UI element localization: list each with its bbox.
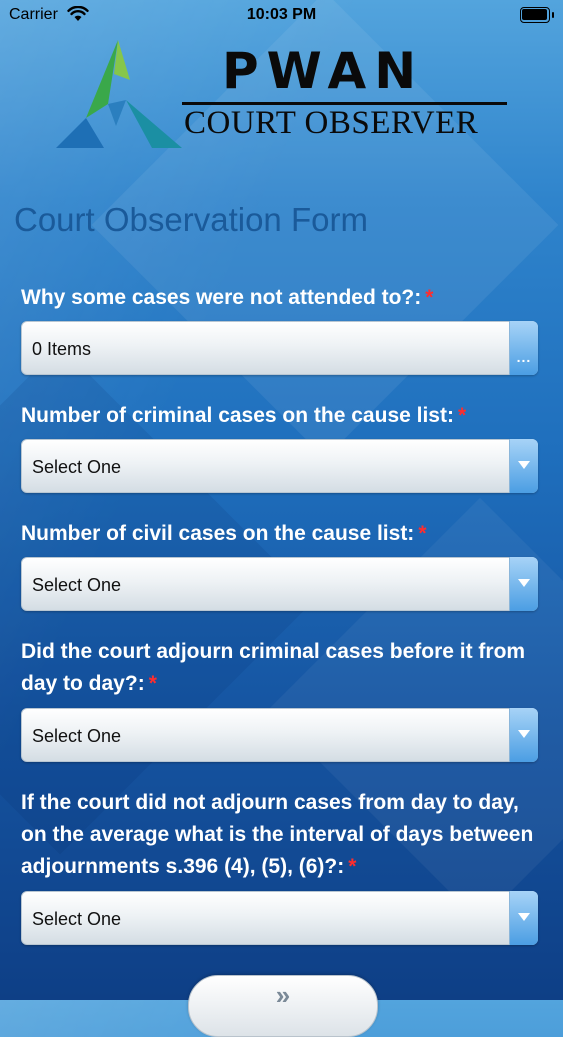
next-button[interactable]: »: [188, 975, 378, 1037]
field-label-civil-cases: Number of civil cases on the cause list:…: [21, 522, 427, 545]
adjournment-interval-dropdown[interactable]: Select One: [21, 891, 538, 945]
battery-icon: [520, 7, 554, 23]
chevron-down-icon[interactable]: [509, 557, 538, 611]
double-chevron-icon: »: [275, 980, 291, 1010]
required-mark: *: [425, 286, 434, 309]
required-mark: *: [457, 404, 467, 427]
ellipsis-icon[interactable]: ...: [509, 321, 538, 375]
multiselect-value: 0 Items: [32, 339, 92, 359]
dropdown-value: Select One: [32, 457, 122, 477]
field-label-criminal-cases: Number of criminal cases on the cause li…: [21, 404, 467, 427]
field-label-adjourn-day-to-day: Did the court adjourn criminal cases bef…: [21, 640, 526, 695]
dropdown-value: Select One: [32, 726, 122, 746]
adjourn-day-to-day-dropdown[interactable]: Select One: [21, 708, 538, 762]
chevron-down-icon[interactable]: [509, 891, 538, 945]
chevron-down-icon[interactable]: [509, 439, 538, 493]
unattended-reasons-multiselect[interactable]: 0 Items ...: [21, 321, 538, 375]
criminal-cases-dropdown[interactable]: Select One: [21, 439, 538, 493]
chevron-down-icon[interactable]: [509, 708, 538, 762]
dropdown-value: Select One: [32, 575, 122, 595]
required-mark: *: [348, 855, 357, 878]
logo-title: PWAN: [222, 42, 425, 100]
pwan-logo-mark: [56, 40, 182, 148]
status-bar: Carrier 10:03 PM: [0, 0, 563, 32]
field-label-unattended-reasons: Why some cases were not attended to?: *: [21, 286, 434, 309]
form-title: Court Observation Form: [14, 201, 368, 238]
field-label-adjournment-interval: If the court did not adjourn cases from …: [21, 791, 534, 878]
dropdown-value: Select One: [32, 909, 122, 929]
required-mark: *: [148, 672, 157, 695]
clock: 10:03 PM: [246, 6, 317, 23]
civil-cases-dropdown[interactable]: Select One: [21, 557, 538, 611]
logo-subtitle: COURT OBSERVER: [184, 105, 479, 141]
required-mark: *: [418, 522, 427, 545]
